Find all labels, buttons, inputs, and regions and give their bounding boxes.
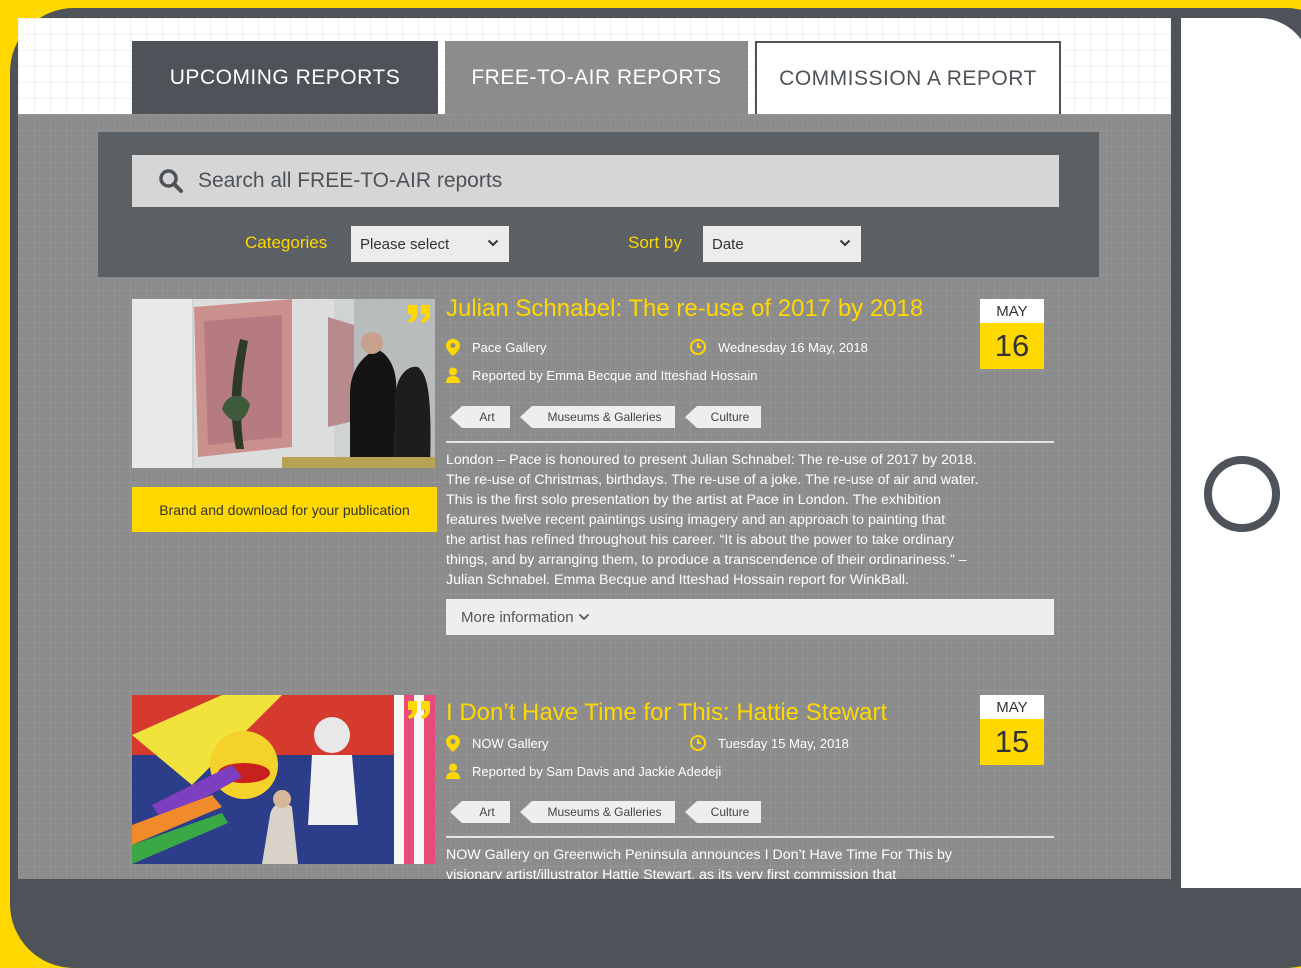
reporters-text: Reported by Emma Becque and Itteshad Hos… [472,367,758,383]
tablet-side-panel [1181,18,1301,888]
report-description: London – Pace is honoured to present Jul… [446,450,1056,590]
date-text: Wednesday 16 May, 2018 [718,339,868,355]
gallery-photo [132,299,435,468]
categories-select[interactable]: Please select [351,226,509,262]
person-icon [446,367,460,383]
description-line: NOW Gallery on Greenwich Peninsula annou… [446,847,952,863]
description-line: the artist has refined throughout his ca… [446,532,954,548]
chevron-down-icon [578,613,589,621]
venue-text: Pace Gallery [472,340,547,355]
report-venue: Pace Gallery [446,339,546,356]
location-pin-icon [446,339,460,356]
tab-commission-a-report[interactable]: COMMISSION A REPORT [755,41,1061,114]
tab-free-to-air-reports[interactable]: FREE-TO-AIR REPORTS [445,41,748,114]
report-description: NOW Gallery on Greenwich Peninsula annou… [446,845,1056,879]
more-information-button[interactable]: More information [446,599,1054,635]
report-reporters: Reported by Emma Becque and Itteshad Hos… [446,367,757,383]
home-button-icon[interactable] [1204,456,1280,532]
sort-by-label: Sort by [628,233,682,252]
description-line: This is the first solo presentation by t… [446,492,942,508]
description-line: The re-use of Christmas, birthdays. The … [446,472,979,488]
tag-museums-galleries[interactable]: Museums & Galleries [520,406,675,428]
screen: UPCOMING REPORTS FREE-TO-AIR REPORTS COM… [18,18,1171,879]
report-date: Tuesday 15 May, 2018 [690,735,849,751]
date-badge-day: 15 [980,719,1044,765]
tag-culture[interactable]: Culture [685,406,761,428]
tag-culture[interactable]: Culture [685,801,761,823]
description-line: London – Pace is honoured to present Jul… [446,452,977,468]
date-badge: MAY 16 [980,299,1044,369]
tab-upcoming-reports[interactable]: UPCOMING REPORTS [132,41,438,114]
divider [446,441,1054,443]
quote-icon [408,305,430,323]
report-thumbnail[interactable] [132,695,435,864]
categories-label: Categories [245,233,328,252]
divider [446,836,1054,838]
brand-and-download-button[interactable]: Brand and download for your publication [132,487,437,532]
report-title[interactable]: I Don’t Have Time for This: Hattie Stewa… [446,699,887,727]
report-reporters: Reported by Sam Davis and Jackie Adedeji [446,763,721,779]
search-input[interactable]: Search all FREE-TO-AIR reports [132,155,1059,207]
description-line: visionary artist/illustrator Hattie Stew… [446,867,897,879]
date-badge: MAY 15 [980,695,1044,765]
sort-by-select-value: Date [712,235,744,253]
chevron-down-icon [487,239,499,247]
report-title[interactable]: Julian Schnabel: The re-use of 2017 by 2… [446,295,923,323]
quote-icon [408,701,430,719]
more-information-label: More information [461,608,574,626]
clock-icon [690,339,706,355]
categories-select-value: Please select [360,235,450,253]
search-placeholder: Search all FREE-TO-AIR reports [198,169,503,192]
chevron-down-icon [839,239,851,247]
report-date: Wednesday 16 May, 2018 [690,339,868,355]
date-text: Tuesday 15 May, 2018 [718,735,849,751]
tag-art[interactable]: Art [450,406,510,428]
filter-panel: Search all FREE-TO-AIR reports Categorie… [98,132,1099,277]
reporters-text: Reported by Sam Davis and Jackie Adedeji [472,763,722,779]
person-icon [446,763,460,779]
date-badge-month: MAY [980,299,1044,323]
description-line: features twelve recent paintings using i… [446,512,946,528]
search-icon [159,169,183,193]
description-line: Julian Schnabel. Emma Becque and Ittesha… [446,572,909,588]
clock-icon [690,735,706,751]
tag-museums-galleries[interactable]: Museums & Galleries [520,801,675,823]
venue-text: NOW Gallery [472,736,549,751]
gallery-photo [132,695,435,864]
tag-art[interactable]: Art [450,801,510,823]
report-venue: NOW Gallery [446,735,549,752]
sort-by-select[interactable]: Date [703,226,861,262]
report-thumbnail[interactable] [132,299,435,468]
location-pin-icon [446,735,460,752]
description-line: things, and by arranging them, to produc… [446,552,967,568]
date-badge-month: MAY [980,695,1044,719]
date-badge-day: 16 [980,323,1044,369]
